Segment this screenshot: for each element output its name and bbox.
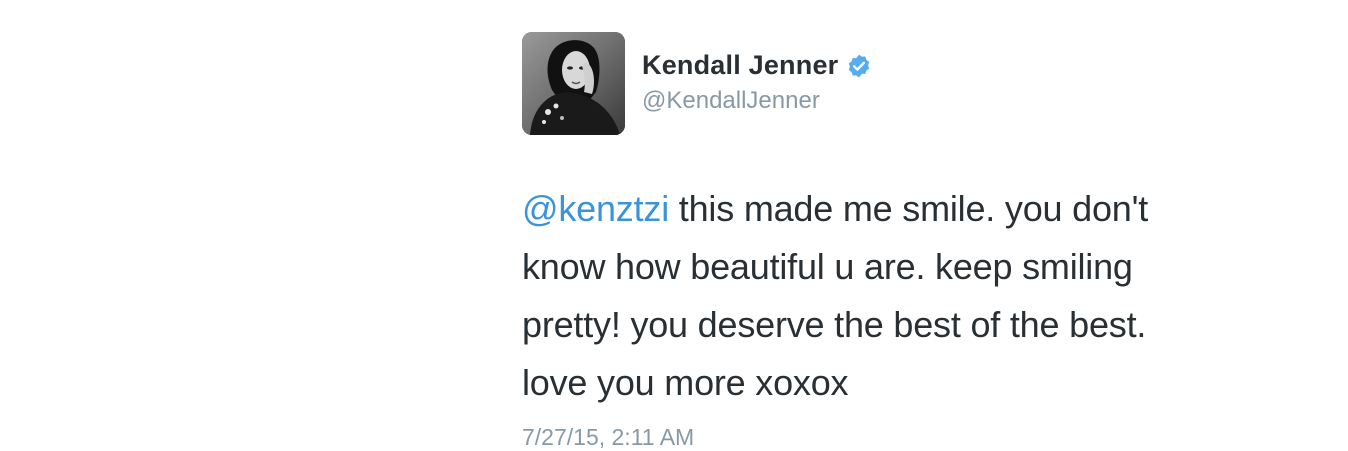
tweet-text-line-2: know how beautiful u are. keep smiling	[522, 246, 1133, 287]
verified-badge-icon	[846, 53, 872, 79]
tweet-timestamp[interactable]: 7/27/15, 2:11 AM	[522, 424, 694, 451]
tweet-text-line-3: pretty! you deserve the best of the best…	[522, 304, 1147, 345]
mention-link[interactable]: @kenztzi	[522, 188, 669, 229]
avatar-photo	[522, 32, 625, 135]
author-display-name[interactable]: Kendall Jenner	[642, 50, 838, 81]
tweet-text-line-4: love you more xoxox	[522, 362, 849, 403]
author-name-row[interactable]: Kendall Jenner	[642, 50, 872, 81]
tweet-text: @kenztzi this made me smile. you don't k…	[522, 180, 1282, 412]
tweet-text-line-1: @kenztzi this made me smile. you don't	[522, 180, 1282, 238]
tweet-text-line-1-rest: this made me smile. you don't	[669, 188, 1149, 229]
author-handle[interactable]: @KendallJenner	[642, 87, 820, 115]
avatar[interactable]	[522, 32, 625, 135]
